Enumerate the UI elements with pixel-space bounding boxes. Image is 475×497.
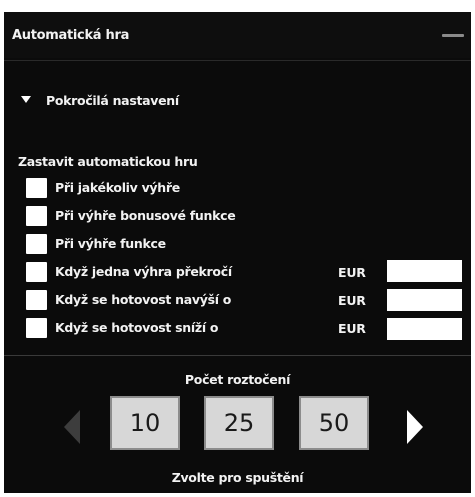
checkbox[interactable] <box>26 262 47 282</box>
balance-decrease-amount-input[interactable] <box>387 318 462 340</box>
single-win-amount-input[interactable] <box>387 260 462 282</box>
stop-option-any-win[interactable]: Při jakékoliv výhře <box>26 178 356 198</box>
advanced-settings-toggle[interactable]: Pokročilá nastavení <box>4 92 304 112</box>
option-label: Při výhře bonusové funkce <box>55 208 236 223</box>
panel-title: Automatická hra <box>12 28 130 43</box>
option-label: Když se hotovost navýší o <box>55 292 232 307</box>
option-label: Při jakékoliv výhře <box>55 180 180 195</box>
currency-label: EUR <box>338 265 366 280</box>
spin-count-title: Počet roztočení <box>184 372 291 387</box>
triangle-down-icon <box>21 96 31 103</box>
arrow-left-icon[interactable] <box>64 410 80 444</box>
stop-autoplay-title: Zastavit automatickou hru <box>18 154 198 169</box>
stop-option-balance-decrease[interactable]: Když se hotovost sníží o <box>26 318 356 338</box>
advanced-settings-label: Pokročilá nastavení <box>46 93 179 108</box>
checkbox[interactable] <box>26 206 47 226</box>
spin-count-button[interactable]: 10 <box>110 396 180 450</box>
header-divider <box>4 60 471 61</box>
stop-option-single-win-exceeds[interactable]: Když jedna výhra překročí <box>26 262 356 282</box>
stop-option-feature-win[interactable]: Při výhře funkce <box>26 234 356 254</box>
option-label: Při výhře funkce <box>55 236 166 251</box>
checkbox[interactable] <box>26 234 47 254</box>
arrow-right-icon[interactable] <box>407 410 423 444</box>
option-label: Když jedna výhra překročí <box>55 264 232 279</box>
section-divider <box>4 355 471 356</box>
stop-option-balance-increase[interactable]: Když se hotovost navýší o <box>26 290 356 310</box>
select-to-start-hint: Zvolte pro spuštění <box>171 470 304 485</box>
spin-count-button[interactable]: 25 <box>204 396 274 450</box>
header-bar: Automatická hra <box>4 12 471 58</box>
checkbox[interactable] <box>26 290 47 310</box>
spin-count-button[interactable]: 50 <box>299 396 369 450</box>
checkbox[interactable] <box>26 178 47 198</box>
checkbox[interactable] <box>26 318 47 338</box>
currency-label: EUR <box>338 293 366 308</box>
balance-increase-amount-input[interactable] <box>387 289 462 311</box>
minimize-icon[interactable] <box>442 34 464 37</box>
autoplay-panel: Automatická hra Pokročilá nastavení Zast… <box>4 12 471 493</box>
stop-option-bonus-feature-win[interactable]: Při výhře bonusové funkce <box>26 206 356 226</box>
option-label: Když se hotovost sníží o <box>55 320 219 335</box>
currency-label: EUR <box>338 321 366 336</box>
